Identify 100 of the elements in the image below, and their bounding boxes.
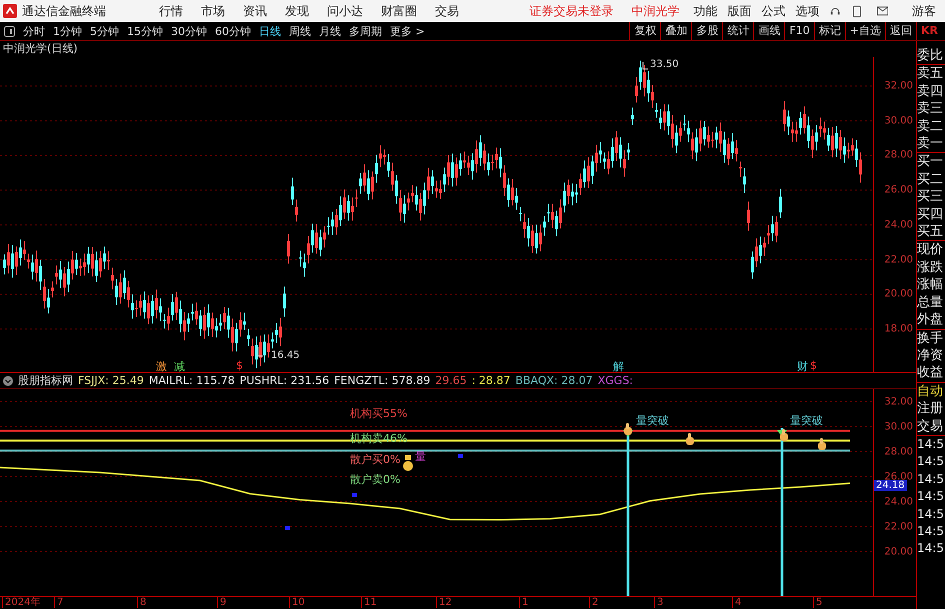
quote-field-label: 换手 xyxy=(917,330,944,347)
quote-field-label: 卖二 xyxy=(917,118,944,136)
indicator-axis-label: 20.00 xyxy=(884,546,913,558)
side-action[interactable]: 注册 xyxy=(917,400,945,418)
trade-time: 14:5 xyxy=(917,436,945,453)
level-label: 散户卖0% xyxy=(350,472,400,488)
price-axis-label: 32.00 xyxy=(884,80,913,92)
app-title: 通达信金融终端 xyxy=(20,2,107,20)
toolbar-button[interactable]: 复权 xyxy=(629,22,660,40)
quote-field-label: 卖四 xyxy=(917,82,944,100)
period-tab[interactable]: 周线 xyxy=(285,24,315,38)
quote-field-label: 买一 xyxy=(917,153,944,171)
indicator-axis-label: 32.00 xyxy=(884,396,913,408)
chart-title: 中润光学(日线) xyxy=(3,41,78,56)
side-action[interactable]: 交易 xyxy=(917,418,945,435)
quote-field-label: 买二 xyxy=(917,170,944,188)
breakout-label: 量突破 xyxy=(790,413,823,428)
menu-item[interactable]: 问小达 xyxy=(318,2,372,20)
quote-field-label: 现价 xyxy=(917,241,944,259)
menu-item[interactable]: 行情 xyxy=(150,2,192,20)
price-axis-label: 28.00 xyxy=(884,150,913,161)
date-axis-label: 7 xyxy=(54,597,64,608)
user-label[interactable]: 游客 xyxy=(898,2,945,20)
period-tab[interactable]: 5分钟 xyxy=(86,24,123,38)
indicator-axis-label: 22.00 xyxy=(884,521,913,532)
toolbar-button[interactable]: F10 xyxy=(784,22,814,40)
date-axis-label: 4 xyxy=(732,597,742,608)
low-price-label: 16.45 xyxy=(271,350,300,361)
level-label: 机构买55% xyxy=(350,406,408,422)
menu-item[interactable]: 公式 xyxy=(756,2,790,20)
menu-item[interactable]: 市场 xyxy=(192,2,234,20)
menu-item[interactable]: 财富圈 xyxy=(372,2,426,20)
indicator-value: BBAQX: 28.07 xyxy=(515,374,593,388)
toolbar-button[interactable]: 多股 xyxy=(691,22,722,40)
period-tab[interactable]: 15分钟 xyxy=(123,24,167,38)
quote-field-label: 涨幅 xyxy=(917,276,944,294)
more-periods-button[interactable]: 更多 > xyxy=(386,24,429,38)
menu-item[interactable]: 功能 xyxy=(688,2,722,20)
signal-marker: 解 xyxy=(613,358,624,374)
signal-marker: $ xyxy=(810,358,817,372)
quote-field-label: 卖五 xyxy=(917,65,944,83)
period-tab[interactable]: 日线 xyxy=(255,24,285,38)
toolbar-button[interactable]: 统计 xyxy=(722,22,754,40)
indicator-axis-label: 28.00 xyxy=(884,446,913,458)
quote-field-label: 卖一 xyxy=(917,135,944,152)
signal-marker: 激 xyxy=(156,358,167,374)
price-axis-label: 22.00 xyxy=(884,254,913,265)
menu-item[interactable]: 选项 xyxy=(790,2,824,20)
trade-time: 14:5 xyxy=(917,488,945,506)
period-tab[interactable]: 60分钟 xyxy=(211,24,255,38)
indicator-name[interactable]: 股朋指标网 xyxy=(18,373,73,388)
toolbar-button[interactable]: +自选 xyxy=(844,22,885,40)
price-axis-label: 20.00 xyxy=(884,288,913,300)
toolbar-button[interactable]: 返回 xyxy=(885,22,916,40)
toolbar-button[interactable]: 叠加 xyxy=(660,22,692,40)
date-axis-label: 8 xyxy=(137,597,146,608)
quote-field-label: 卖三 xyxy=(917,100,944,118)
breakout-label: 量突破 xyxy=(636,413,669,428)
date-axis-label: 1 xyxy=(519,597,528,608)
quote-field-label: 委比 xyxy=(917,47,944,64)
trade-time: 14:5 xyxy=(917,540,945,558)
indicator-value: PUSHRL: 231.56 xyxy=(240,374,330,388)
level-label: 散户买0% xyxy=(350,452,400,468)
indicator-value: FENGZTL: 578.89 xyxy=(334,374,430,388)
period-tab[interactable]: 分时 xyxy=(19,24,49,38)
date-axis-label: 3 xyxy=(654,597,664,608)
menu-item[interactable]: 发现 xyxy=(276,2,318,20)
signal-marker: $ xyxy=(236,358,243,372)
period-tab[interactable]: 1分钟 xyxy=(49,24,86,38)
period-tab[interactable]: 30分钟 xyxy=(167,24,211,38)
quote-field-label: 外盘 xyxy=(917,311,944,328)
indicator-value: XGGS: xyxy=(598,374,634,388)
toolbar-button[interactable]: 画线 xyxy=(753,22,784,40)
menu-item[interactable]: 资讯 xyxy=(234,2,276,20)
indicator-value: MAILRL: 115.78 xyxy=(148,374,235,388)
signal-marker: 财 xyxy=(797,358,808,374)
date-axis-label: 9 xyxy=(217,597,226,608)
indicator-axis-label: 24.00 xyxy=(884,496,913,508)
trade-time: 14:5 xyxy=(917,522,945,540)
date-axis-label: 12 xyxy=(436,597,452,608)
toolbar-button[interactable]: 标记 xyxy=(814,22,845,40)
date-axis-label: 2 xyxy=(589,597,598,608)
quote-field-label: 收益 xyxy=(917,364,944,382)
indicator-value: : 28.87 xyxy=(472,374,510,388)
volume-signal-label: 量 xyxy=(415,449,426,464)
date-axis-label: 11 xyxy=(361,597,377,608)
high-price-label: 33.50 xyxy=(650,58,679,70)
signal-marker: 减 xyxy=(174,358,185,374)
date-axis-label: 2024年 xyxy=(2,597,40,608)
quote-field-label: 买四 xyxy=(917,206,944,224)
indicator-value: 29.65 xyxy=(435,374,467,388)
trade-login-notice[interactable]: 证券交易未登录 xyxy=(520,2,622,20)
period-tab[interactable]: 月线 xyxy=(315,24,345,38)
indicator-axis-label: 30.00 xyxy=(884,421,913,432)
menu-item[interactable]: 版面 xyxy=(722,2,756,20)
period-tab[interactable]: 多周期 xyxy=(345,24,386,38)
menu-item[interactable]: 交易 xyxy=(426,2,468,20)
side-action[interactable]: 自动 xyxy=(917,382,945,400)
quote-field-label: 买三 xyxy=(917,188,944,206)
price-axis-label: 18.00 xyxy=(884,323,913,334)
